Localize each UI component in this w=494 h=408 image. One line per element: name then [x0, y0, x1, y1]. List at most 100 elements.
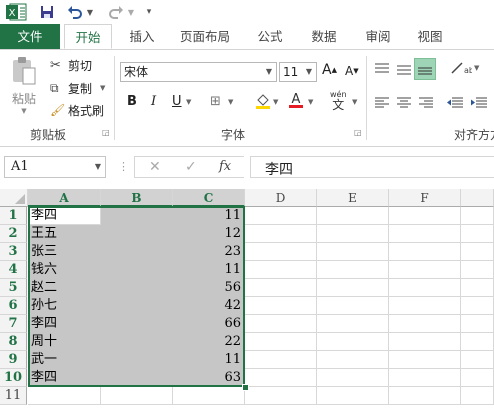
row-header[interactable]: 8 — [0, 333, 27, 351]
cell-g6[interactable] — [461, 297, 494, 315]
tab-data[interactable]: 数据 — [302, 24, 346, 49]
cell-c11[interactable] — [173, 387, 245, 405]
cell-f1[interactable] — [389, 207, 461, 225]
cell-e10[interactable] — [317, 369, 389, 387]
cell-d1[interactable] — [245, 207, 317, 225]
cell-g11[interactable] — [461, 387, 494, 405]
cell-a4[interactable]: 钱六 — [28, 261, 101, 279]
cell-d6[interactable] — [245, 297, 317, 315]
cell-f6[interactable] — [389, 297, 461, 315]
cell-e7[interactable] — [317, 315, 389, 333]
font-launcher-icon[interactable]: ◲ — [354, 128, 362, 137]
column-header-g[interactable] — [461, 189, 494, 207]
row-header[interactable]: 9 — [0, 351, 27, 369]
cell-a3[interactable]: 张三 — [28, 243, 101, 261]
cell-d11[interactable] — [245, 387, 317, 405]
align-left-icon[interactable] — [374, 96, 390, 113]
save-icon[interactable] — [38, 2, 56, 22]
cell-f10[interactable] — [389, 369, 461, 387]
cell-c5[interactable]: 56 — [173, 279, 245, 297]
bold-button[interactable]: B — [127, 94, 137, 109]
cell-c9[interactable]: 11 — [173, 351, 245, 369]
column-header-b[interactable]: B — [101, 189, 173, 207]
grow-font-button[interactable]: A ▲ — [322, 62, 337, 78]
fill-color-icon[interactable] — [255, 92, 271, 113]
cell-a8[interactable]: 周十 — [28, 333, 101, 351]
cell-c10[interactable]: 63 — [173, 369, 245, 387]
row-header[interactable]: 5 — [0, 279, 27, 297]
cell-e4[interactable] — [317, 261, 389, 279]
customize-qat-icon[interactable]: ▾ — [143, 2, 155, 22]
cell-g4[interactable] — [461, 261, 494, 279]
cell-c7[interactable]: 66 — [173, 315, 245, 333]
cell-d5[interactable] — [245, 279, 317, 297]
cell-b7[interactable] — [101, 315, 173, 333]
fill-handle[interactable] — [242, 384, 249, 391]
align-top-icon[interactable] — [374, 62, 390, 79]
shrink-font-button[interactable]: A ▼ — [345, 64, 359, 78]
tab-file[interactable]: 文件 — [0, 24, 60, 49]
cell-e3[interactable] — [317, 243, 389, 261]
decrease-indent-icon[interactable] — [446, 96, 464, 113]
tab-view[interactable]: 视图 — [408, 24, 452, 49]
cell-e2[interactable] — [317, 225, 389, 243]
cell-f4[interactable] — [389, 261, 461, 279]
cell-b11[interactable] — [101, 387, 173, 405]
underline-button[interactable]: U — [172, 94, 182, 109]
row-header[interactable]: 6 — [0, 297, 27, 315]
increase-indent-icon[interactable] — [470, 96, 488, 113]
cell-d9[interactable] — [245, 351, 317, 369]
cell-a10[interactable]: 李四 — [28, 369, 101, 387]
cell-g1[interactable] — [461, 207, 494, 225]
cell-e5[interactable] — [317, 279, 389, 297]
cell-a1[interactable]: 李四 — [28, 207, 101, 225]
cell-g5[interactable] — [461, 279, 494, 297]
cell-f9[interactable] — [389, 351, 461, 369]
cancel-icon[interactable]: ✕ — [149, 159, 161, 175]
cell-b9[interactable] — [101, 351, 173, 369]
font-size-combo[interactable]: 11 ▼ — [279, 62, 317, 82]
cell-g2[interactable] — [461, 225, 494, 243]
cell-c6[interactable]: 42 — [173, 297, 245, 315]
align-bottom-icon[interactable] — [414, 58, 436, 80]
cell-c4[interactable]: 11 — [173, 261, 245, 279]
cell-b4[interactable] — [101, 261, 173, 279]
cell-f7[interactable] — [389, 315, 461, 333]
align-center-icon[interactable] — [396, 96, 412, 113]
cell-c1[interactable]: 11 — [173, 207, 245, 225]
cell-a7[interactable]: 李四 — [28, 315, 101, 333]
phonetic-dropdown-icon[interactable]: ▼ — [352, 98, 357, 106]
tab-formulas[interactable]: 公式 — [248, 24, 292, 49]
cell-f11[interactable] — [389, 387, 461, 405]
paste-button[interactable]: 粘贴 ▼ — [6, 56, 42, 118]
row-header[interactable]: 3 — [0, 243, 27, 261]
insert-function-icon[interactable]: fx — [219, 159, 231, 174]
column-header-d[interactable]: D — [245, 189, 317, 207]
orientation-icon[interactable]: ab — [450, 60, 474, 79]
column-header-f[interactable]: F — [389, 189, 461, 207]
cell-b3[interactable] — [101, 243, 173, 261]
cell-e8[interactable] — [317, 333, 389, 351]
cell-d8[interactable] — [245, 333, 317, 351]
name-box[interactable]: A1 ▼ — [4, 156, 106, 178]
cell-b10[interactable] — [101, 369, 173, 387]
cell-b6[interactable] — [101, 297, 173, 315]
cell-a6[interactable]: 孙七 — [28, 297, 101, 315]
cut-button[interactable]: ✂ 剪切 — [50, 56, 92, 74]
cell-b1[interactable] — [101, 207, 173, 225]
cell-b2[interactable] — [101, 225, 173, 243]
font-name-combo[interactable]: 宋体 ▼ — [120, 62, 277, 82]
row-header[interactable]: 10 — [0, 369, 27, 387]
cell-d7[interactable] — [245, 315, 317, 333]
cell-f5[interactable] — [389, 279, 461, 297]
cell-g8[interactable] — [461, 333, 494, 351]
tab-review[interactable]: 审阅 — [356, 24, 400, 49]
italic-button[interactable]: I — [151, 94, 156, 109]
row-header[interactable]: 7 — [0, 315, 27, 333]
font-color-icon[interactable]: A — [288, 90, 304, 113]
undo-dropdown-icon[interactable]: ▼ — [85, 2, 95, 22]
redo-icon[interactable] — [107, 2, 125, 22]
cell-e6[interactable] — [317, 297, 389, 315]
column-header-c[interactable]: C — [173, 189, 245, 207]
cell-a5[interactable]: 赵二 — [28, 279, 101, 297]
